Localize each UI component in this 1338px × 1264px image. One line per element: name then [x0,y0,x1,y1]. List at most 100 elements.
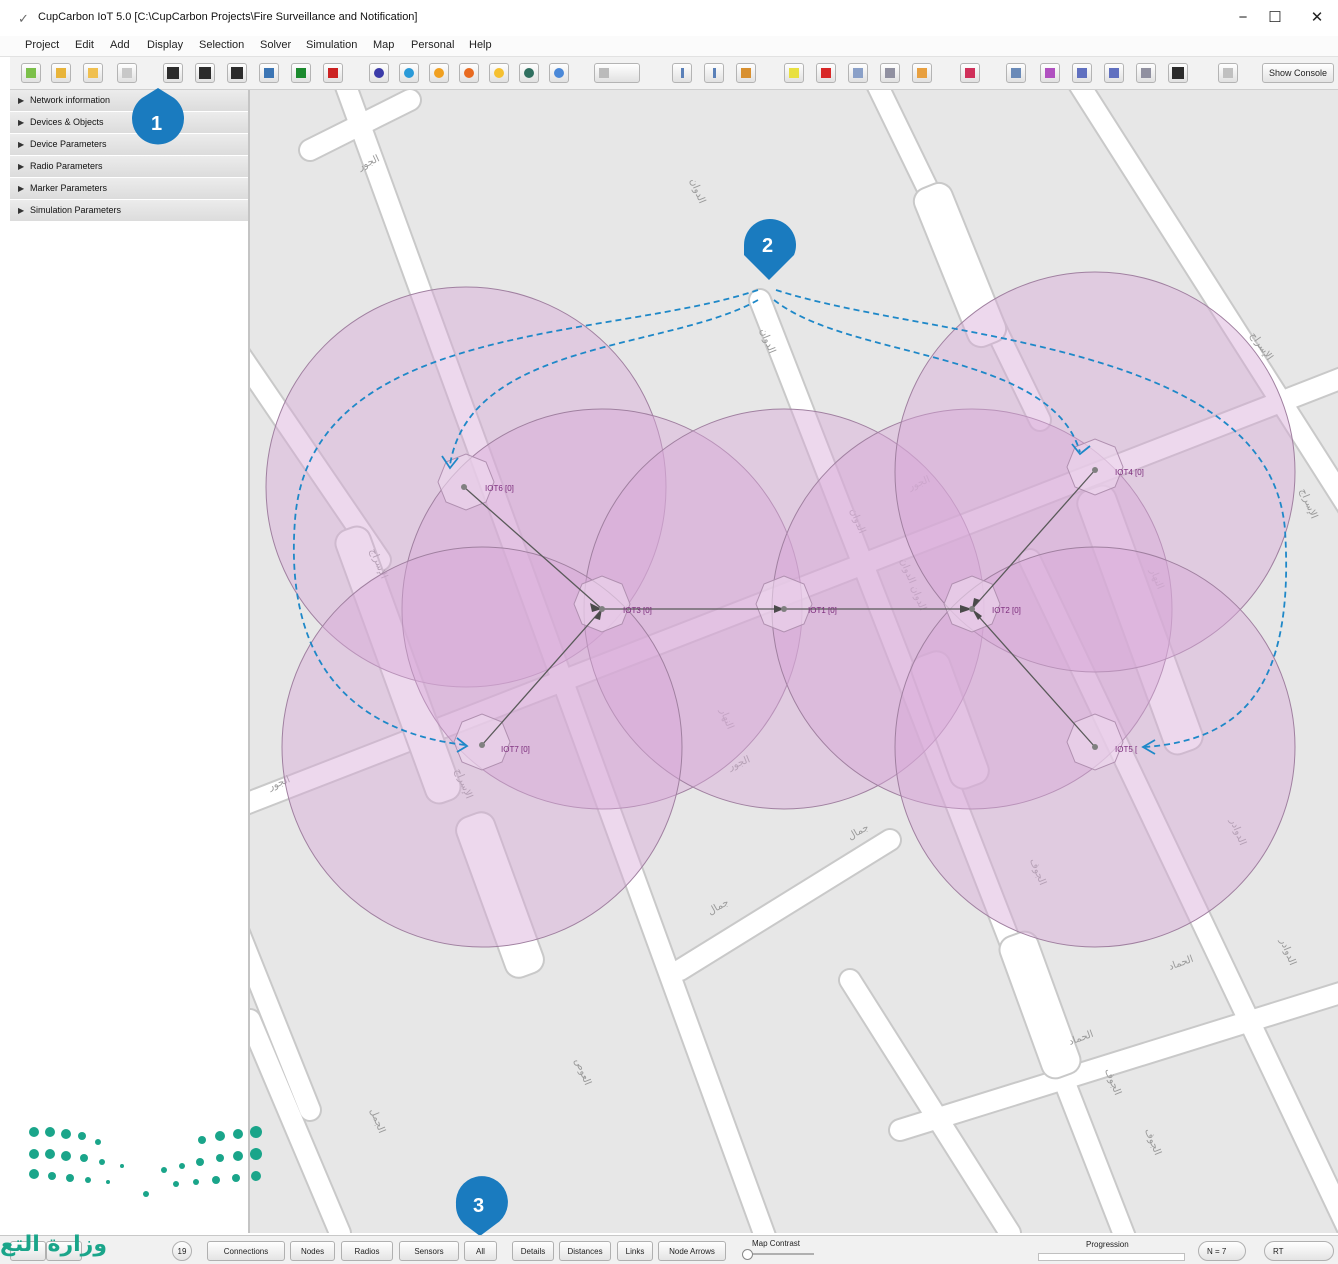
layout-dropdown-button[interactable] [594,63,640,83]
node-label: IOT6 [0] [485,484,514,493]
map-contrast-slider[interactable] [744,1253,814,1255]
add-orange-node-button[interactable] [459,63,479,83]
add-iot-button[interactable] [163,63,183,83]
menu-selection[interactable]: Selection [199,39,244,51]
radios-button[interactable]: Radios [341,1241,393,1261]
node-label: IOT2 [0] [992,606,1021,615]
section-devices-objects[interactable]: ▶ Devices & Objects [10,112,248,134]
connections-button[interactable]: Connections [207,1241,285,1261]
node-arrows-button[interactable]: Node Arrows [658,1241,726,1261]
street-label: جمال [706,897,731,918]
python-script-button[interactable] [259,63,279,83]
node-label: IOT7 [0] [501,745,530,754]
toolbar: Show Console [10,57,1338,90]
view-tool-6-button[interactable] [1168,63,1188,83]
window-title: CupCarbon IoT 5.0 [C:\CupCarbon Projects… [38,11,418,23]
add-iot-mac-button[interactable] [195,63,215,83]
node-count-field: N = 7 [1198,1241,1246,1261]
menu-map[interactable]: Map [373,39,394,51]
sensors-button[interactable]: Sensors [399,1241,459,1261]
section-radio-parameters[interactable]: ▶ Radio Parameters [10,156,248,178]
callout-number: 1 [151,113,162,135]
node-dot[interactable] [479,742,485,748]
close-button[interactable]: ✕ [1306,8,1328,28]
links-button[interactable]: Links [617,1241,653,1261]
view-tool-2-button[interactable] [1040,63,1060,83]
chart-button[interactable] [848,63,868,83]
expand-arrow-icon: ▶ [18,162,25,171]
stop-button[interactable] [323,63,343,83]
expand-arrow-icon: ▶ [18,118,25,127]
add-yellow-node-button[interactable] [429,63,449,83]
route-tool-button[interactable] [736,63,756,83]
street-label: الجوف [1142,1127,1163,1157]
add-mobile-button[interactable] [369,63,389,83]
add-base-station-button[interactable] [227,63,247,83]
node-label: IOT5 [ [1115,745,1138,754]
record-button[interactable] [816,63,836,83]
node-dot[interactable] [781,606,787,612]
node-dot[interactable] [599,606,605,612]
progression-bar [1038,1253,1185,1261]
menu-help[interactable]: Help [469,39,492,51]
section-network-information[interactable]: ▶ Network information [10,90,248,112]
all-button[interactable]: All [464,1241,497,1261]
node-label: IOT3 [0] [623,606,652,615]
maximize-button[interactable]: ☐ [1264,8,1286,28]
node-dot[interactable] [461,484,467,490]
slider-thumb[interactable] [742,1249,753,1260]
add-marker-button[interactable] [519,63,539,83]
node-dot[interactable] [969,606,975,612]
section-marker-parameters[interactable]: ▶ Marker Parameters [10,178,248,200]
magnet-button[interactable] [960,63,980,83]
view-tool-4-button[interactable] [1104,63,1124,83]
section-label: Device Parameters [30,139,107,149]
new-project-button[interactable] [21,63,41,83]
add-gas-sensor-button[interactable] [399,63,419,83]
map-canvas[interactable]: الجور الجور الجور الجور الدوان الدوان ال… [250,90,1338,1233]
zoom-button[interactable] [1218,63,1238,83]
section-label: Marker Parameters [30,183,108,193]
save-button[interactable] [117,63,137,83]
menu-personal[interactable]: Personal [411,39,454,51]
street-label: الإسراج [1297,487,1319,520]
graph-button[interactable] [880,63,900,83]
view-tool-3-button[interactable] [1072,63,1092,83]
add-sun-button[interactable] [489,63,509,83]
menu-project[interactable]: Project [25,39,59,51]
select-tool-button[interactable] [672,63,692,83]
menu-simulation[interactable]: Simulation [306,39,357,51]
section-simulation-parameters[interactable]: ▶ Simulation Parameters [10,200,248,222]
section-label: Devices & Objects [30,117,104,127]
open-project-button[interactable] [51,63,71,83]
menu-bar: Project Edit Add Display Selection Solve… [0,36,1338,57]
map-svg[interactable]: الجور الجور الجور الجور الدوان الدوان ال… [250,90,1338,1233]
distances-button[interactable]: Distances [559,1241,611,1261]
street-label: الجمل [367,1107,387,1135]
section-label: Simulation Parameters [30,205,122,215]
menu-edit[interactable]: Edit [75,39,94,51]
callout-badge-3: 3 [455,1176,508,1236]
nodes-button[interactable]: Nodes [290,1241,335,1261]
map-contrast-label: Map Contrast [752,1239,801,1248]
node-dot[interactable] [1092,467,1098,473]
menu-display[interactable]: Display [147,39,183,51]
sensing-zone-iot5 [1066,713,1124,771]
cursor-tool-button[interactable] [704,63,724,83]
show-console-button[interactable]: Show Console [1262,63,1334,83]
energy-button[interactable] [912,63,932,83]
minimize-button[interactable]: − [1232,8,1254,28]
expand-arrow-icon: ▶ [18,140,25,149]
open-folder-button[interactable] [83,63,103,83]
menu-add[interactable]: Add [110,39,130,51]
section-device-parameters[interactable]: ▶ Device Parameters [10,134,248,156]
view-tool-5-button[interactable] [1136,63,1156,83]
simulation-panel-button[interactable] [784,63,804,83]
section-label: Radio Parameters [30,161,103,171]
menu-solver[interactable]: Solver [260,39,291,51]
view-tool-1-button[interactable] [1006,63,1026,83]
node-dot[interactable] [1092,744,1098,750]
play-button[interactable] [291,63,311,83]
details-button[interactable]: Details [512,1241,554,1261]
add-route-button[interactable] [549,63,569,83]
